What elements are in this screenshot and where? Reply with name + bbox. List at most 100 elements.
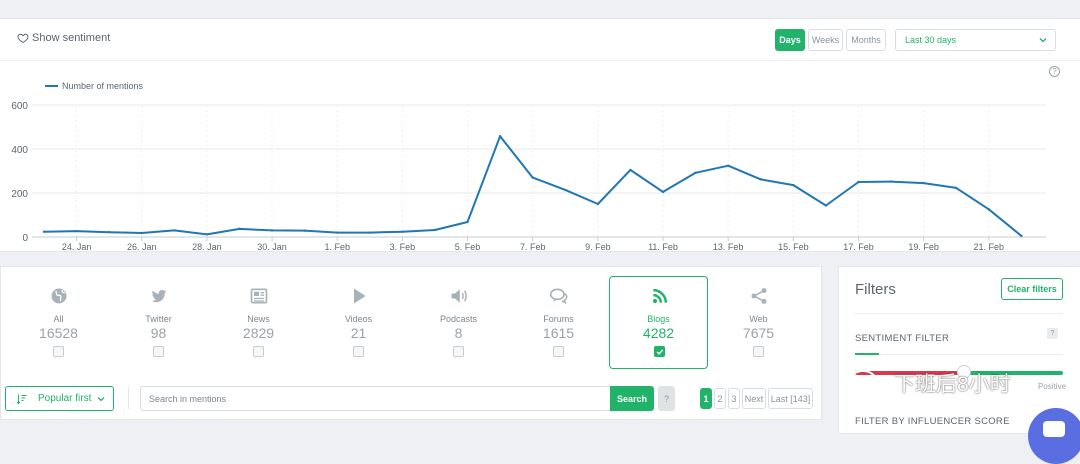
mentions-chart-card: Show sentiment Days Weeks Months Last 30… xyxy=(0,18,1080,252)
source-checkbox[interactable] xyxy=(654,346,665,357)
page-2-button[interactable]: 2 xyxy=(714,388,726,409)
source-checkbox[interactable] xyxy=(253,346,264,357)
data-point xyxy=(173,229,176,232)
sort-label: Popular first xyxy=(38,393,92,404)
data-point xyxy=(694,171,697,174)
data-point xyxy=(140,231,143,235)
data-point xyxy=(238,227,241,231)
date-range-select[interactable]: Last 30 days xyxy=(895,29,1056,51)
source-tab-web[interactable]: Web 7675 xyxy=(709,277,808,369)
data-point xyxy=(824,204,828,207)
source-checkbox[interactable] xyxy=(753,346,764,357)
sort-dropdown[interactable]: Popular first xyxy=(5,386,114,411)
source-count: 2829 xyxy=(242,325,275,341)
source-checkbox[interactable] xyxy=(553,346,564,357)
page-1-button[interactable]: 1 xyxy=(700,388,712,409)
x-tick-label: 28. Jan xyxy=(192,242,222,252)
data-point xyxy=(564,188,567,192)
chat-icon xyxy=(549,288,568,305)
source-count: 4282 xyxy=(642,325,675,341)
data-point xyxy=(726,164,730,167)
period-weeks-button[interactable]: Weeks xyxy=(808,29,843,51)
rss-icon xyxy=(652,288,668,304)
source-checkbox[interactable] xyxy=(453,346,464,357)
sentiment-help-icon[interactable]: ? xyxy=(1047,328,1058,339)
source-tab-podcasts[interactable]: Podcasts 8 xyxy=(409,277,508,369)
sort-icon xyxy=(16,394,27,405)
x-tick-label: 5. Feb xyxy=(455,242,481,252)
influencer-filter-label: FILTER BY INFLUENCER SCORE xyxy=(855,416,1010,427)
data-point xyxy=(792,183,795,187)
positive-label: Positive xyxy=(1038,382,1067,391)
x-tick-label: 21. Feb xyxy=(974,242,1005,252)
sentiment-active-underline xyxy=(855,353,879,355)
x-tick-label: 24. Jan xyxy=(62,242,92,252)
data-point xyxy=(987,208,991,211)
data-point xyxy=(270,229,274,232)
data-point xyxy=(1020,234,1023,238)
data-point xyxy=(336,231,339,234)
newspaper-icon xyxy=(250,288,268,304)
data-point xyxy=(498,135,502,138)
filters-divider xyxy=(855,313,1063,314)
source-tab-twitter[interactable]: Twitter 98 xyxy=(109,277,208,369)
data-point xyxy=(42,230,46,233)
chart-header: Show sentiment Days Weeks Months Last 30… xyxy=(0,19,1080,61)
source-checkbox[interactable] xyxy=(53,346,64,357)
chevron-down-icon xyxy=(97,397,105,402)
search-help-button[interactable]: ? xyxy=(658,386,675,411)
source-checkbox[interactable] xyxy=(353,346,364,357)
source-checkbox[interactable] xyxy=(153,346,164,357)
source-tab-all[interactable]: All 16528 xyxy=(9,277,108,369)
source-tab-blogs[interactable]: Blogs 4282 xyxy=(609,276,708,369)
globe-icon xyxy=(51,288,67,304)
source-tab-videos[interactable]: Videos 21 xyxy=(309,277,408,369)
sentiment-slider-handle[interactable] xyxy=(957,365,971,379)
data-point xyxy=(433,228,437,232)
x-tick-label: 9. Feb xyxy=(585,242,611,252)
source-tab-news[interactable]: News 2829 xyxy=(209,277,308,369)
sentiment-divider xyxy=(855,354,1063,355)
top-band xyxy=(0,0,1080,18)
next-page-button[interactable]: Next xyxy=(742,388,766,409)
y-tick-label: 0 xyxy=(22,233,28,244)
data-point xyxy=(759,178,762,181)
sentiment-filter-label: SENTIMENT FILTER xyxy=(855,333,950,344)
x-tick-label: 11. Feb xyxy=(648,242,678,252)
source-count: 21 xyxy=(350,325,367,341)
search-input[interactable] xyxy=(140,386,611,411)
clear-filters-button[interactable]: Clear filters xyxy=(1001,278,1063,300)
period-days-button[interactable]: Days xyxy=(775,29,805,51)
heart-icon xyxy=(17,33,29,44)
check-icon xyxy=(656,349,664,355)
y-tick-label: 400 xyxy=(11,145,28,156)
source-tabs: All 16528 Twitter 98 News 2829 Videos 21 Podcast… xyxy=(8,274,817,377)
source-tab-forums[interactable]: Forums 1615 xyxy=(509,277,608,369)
data-point xyxy=(889,180,893,183)
source-count: 7675 xyxy=(742,325,775,341)
data-point xyxy=(857,180,860,184)
x-tick-label: 19. Feb xyxy=(908,242,939,252)
source-count: 1615 xyxy=(542,325,575,341)
show-sentiment-toggle[interactable]: Show sentiment xyxy=(17,32,110,44)
source-name: Blogs xyxy=(647,314,670,324)
page-3-button[interactable]: 3 xyxy=(728,388,740,409)
x-tick-label: 13. Feb xyxy=(713,242,744,252)
last-page-button[interactable]: Last [143] xyxy=(768,388,813,409)
play-icon xyxy=(354,288,366,304)
speaker-icon xyxy=(451,289,467,303)
data-point xyxy=(75,229,78,233)
share-icon xyxy=(751,288,767,304)
data-point xyxy=(922,181,925,185)
data-point xyxy=(531,176,534,179)
x-tick-label: 26. Jan xyxy=(127,242,157,252)
chat-widget-button[interactable] xyxy=(1028,408,1080,464)
period-months-button[interactable]: Months xyxy=(846,29,886,51)
chat-icon xyxy=(1043,421,1065,437)
data-point xyxy=(303,229,306,232)
date-range-value: Last 30 days xyxy=(905,35,957,45)
y-tick-label: 600 xyxy=(11,101,28,112)
source-count: 98 xyxy=(150,325,167,341)
source-count: 8 xyxy=(454,325,463,341)
search-button[interactable]: Search xyxy=(610,386,654,411)
